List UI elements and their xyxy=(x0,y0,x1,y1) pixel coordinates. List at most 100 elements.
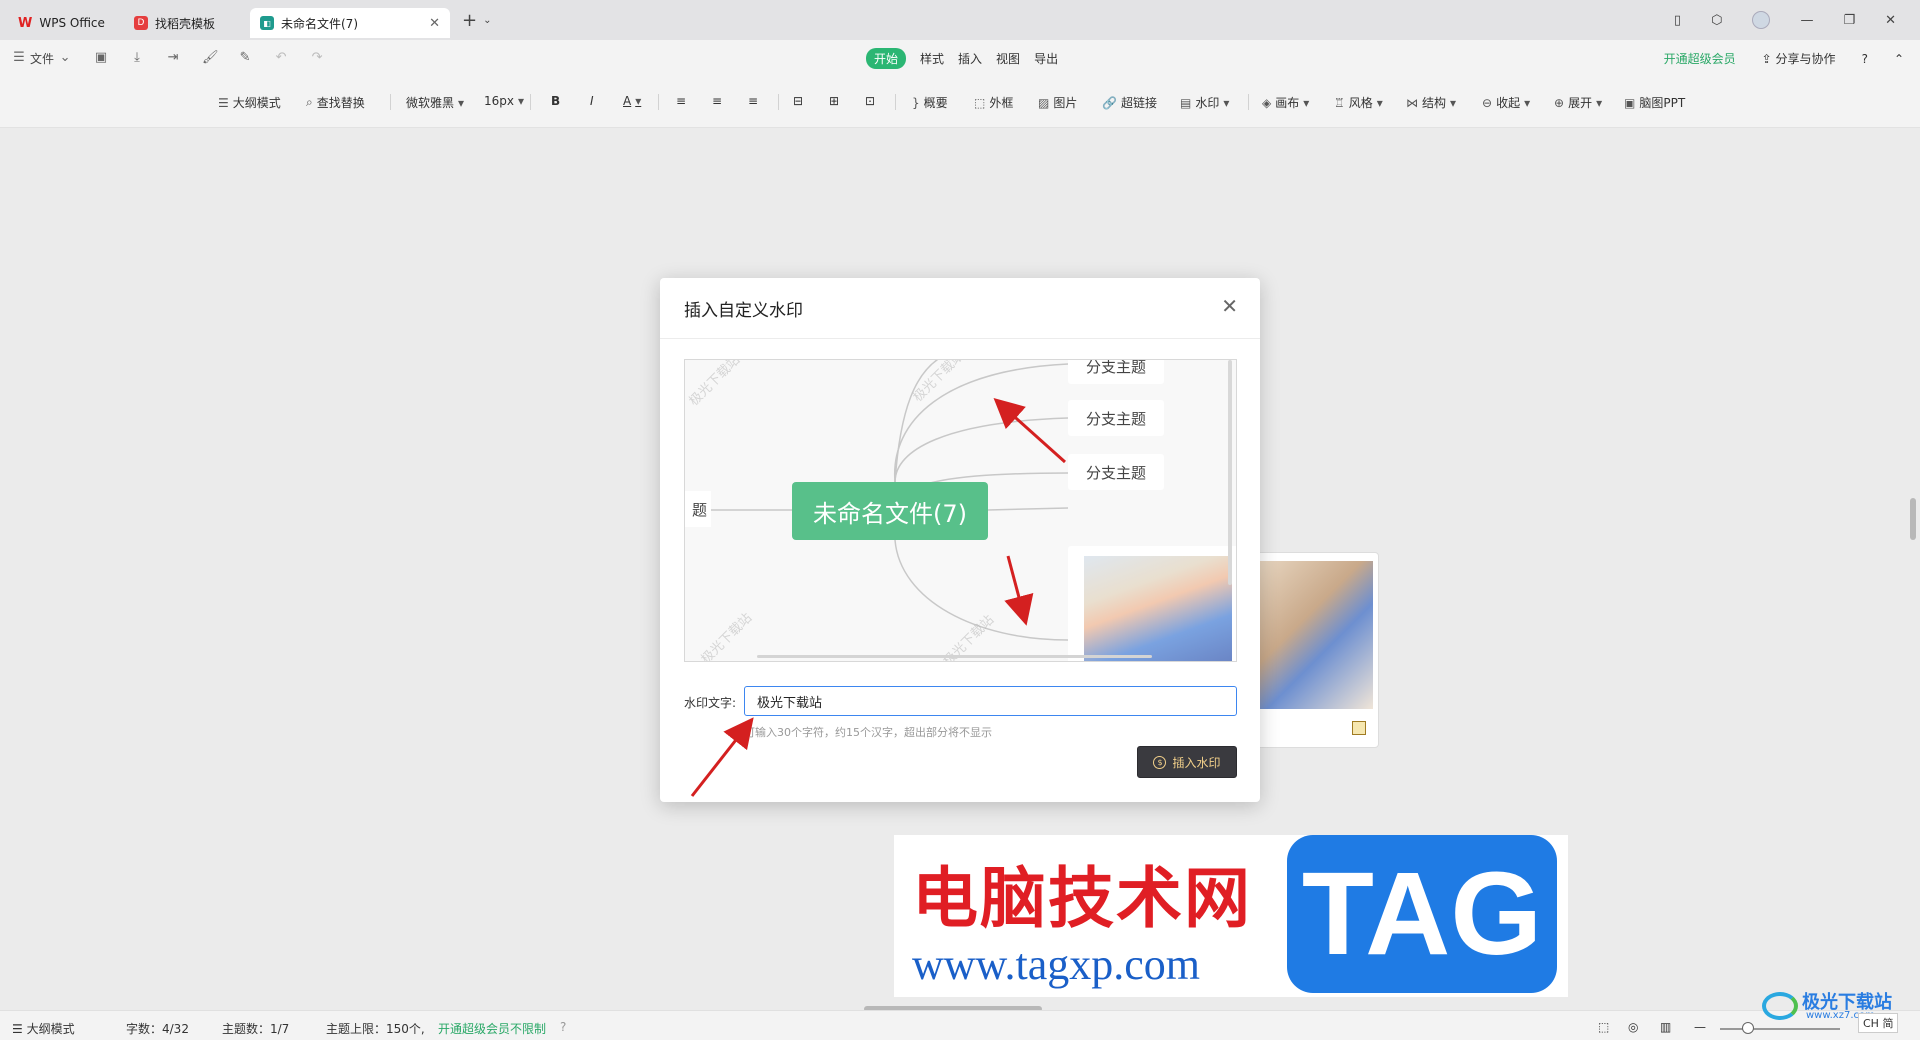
new-tab-button[interactable]: + ⌄ xyxy=(462,10,491,31)
find-replace-button[interactable]: ⌕ 查找替换 xyxy=(306,94,365,111)
map-icon[interactable]: ▥ xyxy=(1660,1020,1671,1034)
search-icon: ⌕ xyxy=(306,95,313,109)
site-watermark-banner: 电脑技术网 www.tagxp.com TAG xyxy=(894,835,1568,997)
font-size-select[interactable]: 16px ▾ xyxy=(484,94,524,108)
file-menu[interactable]: ☰ 文件 ⌄ xyxy=(12,50,72,67)
summary-label: 概要 xyxy=(923,96,948,110)
italic-button[interactable]: I xyxy=(590,94,594,108)
ime-indicator[interactable]: CH 简 xyxy=(1858,1013,1899,1033)
align-right-icon[interactable]: ≡ xyxy=(748,94,758,108)
download-icon[interactable]: ⤓ xyxy=(130,51,144,65)
chevron-down-icon[interactable]: ⌄ xyxy=(483,15,491,26)
tab-view[interactable]: 视图 xyxy=(996,50,1020,67)
parent-topic-icon[interactable]: ⊡ xyxy=(865,94,875,108)
close-tab-icon[interactable]: ✕ xyxy=(429,16,440,31)
undo-icon[interactable]: ↶ xyxy=(274,51,288,65)
vip-unlimited-link[interactable]: 开通超级会员不限制 xyxy=(438,1020,546,1037)
collapse-ribbon-icon[interactable]: ⌃ xyxy=(1894,52,1904,66)
style-button[interactable]: ♖ 风格 ▾ xyxy=(1334,94,1383,111)
watermark-icon: ▤ xyxy=(1180,95,1192,110)
align-left-icon[interactable]: ≡ xyxy=(676,94,686,108)
share-button[interactable]: ⇪ 分享与协作 xyxy=(1762,50,1836,67)
hyperlink-button[interactable]: 🔗 超链接 xyxy=(1102,94,1157,111)
find-label: 查找替换 xyxy=(316,96,365,110)
collapse-button[interactable]: ⊖ 收起 ▾ xyxy=(1482,94,1530,111)
caret-down-icon: ▾ xyxy=(1376,95,1383,110)
tab-current-document[interactable]: ◧ 未命名文件(7) ✕ xyxy=(250,8,450,38)
redo-icon[interactable]: ↷ xyxy=(310,51,324,65)
preview-horizontal-scrollbar[interactable] xyxy=(757,655,1152,658)
plus-icon: + xyxy=(462,9,478,31)
note-icon[interactable] xyxy=(1352,721,1366,735)
paint-icon: ◈ xyxy=(1262,95,1272,110)
sibling-topic-icon[interactable]: ⊞ xyxy=(829,94,839,108)
frame-icon: ⬚ xyxy=(974,95,986,110)
tab-start[interactable]: 开始 xyxy=(866,48,907,69)
caret-down-icon: ▾ xyxy=(518,94,525,108)
branch-topic-node: 分支主题 xyxy=(1068,454,1164,490)
watermark-text-input[interactable] xyxy=(744,686,1237,716)
vip-coin-icon: $ xyxy=(1153,755,1167,769)
tab-insert[interactable]: 插入 xyxy=(958,50,982,67)
outline-mode-toggle[interactable]: ☰ 大纲模式 xyxy=(12,1020,75,1037)
watermark-text-label: 水印文字: xyxy=(684,696,737,710)
bold-button[interactable]: B xyxy=(551,94,560,108)
divider xyxy=(778,94,779,110)
swirl-logo-icon xyxy=(1762,992,1798,1020)
window-controls: ▯ ⬡ — ❐ ✕ xyxy=(1674,11,1896,29)
vip-link[interactable]: 开通超级会员 xyxy=(1664,50,1736,67)
zoom-slider-handle[interactable] xyxy=(1742,1022,1754,1034)
select-icon[interactable]: ⬚ xyxy=(1598,1020,1609,1034)
zoom-out-icon[interactable]: — xyxy=(1694,1020,1706,1034)
image-button[interactable]: ▨ 图片 xyxy=(1038,94,1077,111)
cube-icon[interactable]: ⬡ xyxy=(1711,13,1722,28)
ppt-label: 脑图PPT xyxy=(1639,96,1686,110)
font-select[interactable]: 微软雅黑 ▾ xyxy=(406,94,464,111)
ppt-icon: ▣ xyxy=(1624,95,1636,110)
minus-circle-icon: ⊖ xyxy=(1482,95,1493,110)
tab-template[interactable]: D 找稻壳模板 xyxy=(124,8,244,38)
mindmap-ppt-button[interactable]: ▣ 脑图PPT xyxy=(1624,94,1685,111)
caret-down-icon: ▾ xyxy=(1303,95,1310,110)
preview-vertical-scrollbar[interactable] xyxy=(1228,360,1232,585)
locate-icon[interactable]: ◎ xyxy=(1628,1020,1638,1034)
save-icon[interactable]: ▣ xyxy=(94,51,108,65)
font-color-label: A xyxy=(623,94,632,108)
summary-button[interactable]: } 概要 xyxy=(912,94,948,111)
minimize-icon[interactable]: — xyxy=(1800,13,1813,28)
caret-down-icon: ▾ xyxy=(1450,95,1457,110)
expand-button[interactable]: ⊕ 展开 ▾ xyxy=(1554,94,1602,111)
layout-icon[interactable]: ▯ xyxy=(1674,13,1681,28)
restore-icon[interactable]: ❐ xyxy=(1843,13,1855,28)
outline-mode-button[interactable]: ☰ 大纲模式 xyxy=(218,94,281,111)
child-topic-icon[interactable]: ⊟ xyxy=(793,94,803,108)
vertical-scrollbar[interactable] xyxy=(1910,498,1916,540)
watermark-preview: 极光下载站 极光下载站 极光下载站 极光下载站 题 未命名文件(7) 分支主题 … xyxy=(684,359,1237,662)
close-icon[interactable]: ✕ xyxy=(1221,294,1238,318)
canvas-button[interactable]: ◈ 画布 ▾ xyxy=(1262,94,1309,111)
insert-watermark-dialog: 插入自定义水印 ✕ 极光下载站 极光下载站 极光下载站 极光下载站 题 未命名文… xyxy=(660,278,1260,802)
caret-down-icon: ▾ xyxy=(635,94,642,108)
export-icon[interactable]: ⇥ xyxy=(166,51,180,65)
tab-wps-office[interactable]: W WPS Office xyxy=(8,8,118,38)
help-icon[interactable]: ? xyxy=(1862,52,1868,66)
tab-label: 找稻壳模板 xyxy=(155,16,216,31)
divider xyxy=(530,94,531,110)
image-topic-node[interactable] xyxy=(1245,552,1379,748)
pen-icon[interactable]: ✎ xyxy=(238,51,252,65)
font-color-button[interactable]: A ▾ xyxy=(623,94,641,108)
align-center-icon[interactable]: ≡ xyxy=(712,94,722,108)
format-painter-icon[interactable]: 🖌 xyxy=(202,51,219,65)
close-window-icon[interactable]: ✕ xyxy=(1885,13,1896,28)
zoom-slider[interactable] xyxy=(1720,1028,1840,1030)
avatar[interactable] xyxy=(1752,11,1771,29)
frame-button[interactable]: ⬚ 外框 xyxy=(974,94,1013,111)
size-value: 16px xyxy=(484,94,514,108)
tab-export[interactable]: 导出 xyxy=(1034,50,1058,67)
watermark-button[interactable]: ▤ 水印 ▾ xyxy=(1180,94,1229,111)
frame-label: 外框 xyxy=(989,96,1014,110)
tab-style[interactable]: 样式 xyxy=(920,50,944,67)
insert-watermark-button[interactable]: $ 插入水印 xyxy=(1137,746,1237,778)
structure-button[interactable]: ⋈ 结构 ▾ xyxy=(1406,94,1456,111)
help-circle-icon[interactable]: ? xyxy=(560,1020,566,1034)
